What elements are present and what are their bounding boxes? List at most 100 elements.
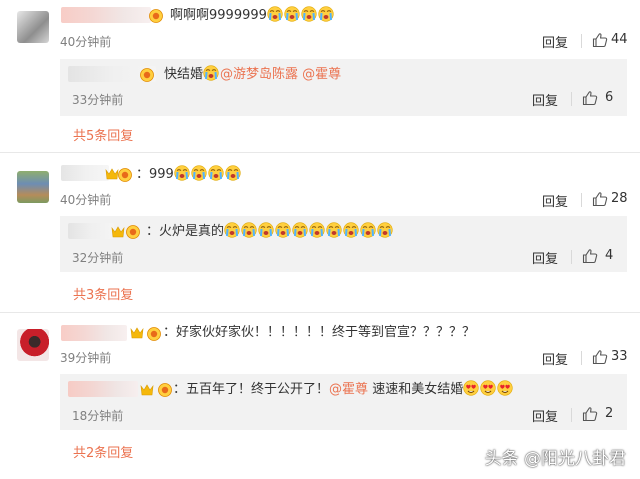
crying-emoji-icon — [203, 65, 219, 81]
vip-badge-icon — [126, 225, 140, 239]
thumbs-up-icon[interactable] — [582, 90, 598, 106]
vip-crown-icon — [105, 167, 119, 181]
crying-emoji-icon — [174, 165, 190, 181]
divider — [571, 408, 572, 422]
vip-badge-icon — [149, 9, 163, 23]
comment-divider — [0, 312, 640, 313]
emoji-group — [463, 382, 514, 397]
heart-eyes-emoji-icon — [480, 380, 496, 396]
like-count: 4 — [605, 248, 614, 263]
comment-text: ：999 — [136, 165, 242, 184]
reply-button[interactable]: 回复 — [532, 248, 558, 267]
like-count: 44 — [611, 32, 628, 47]
like-count: 2 — [605, 406, 614, 421]
more-replies-link[interactable]: 共5条回复 — [73, 125, 133, 144]
vip-badge-icon — [140, 68, 154, 82]
emoji-group — [224, 224, 394, 239]
comment-divider — [0, 152, 640, 153]
username[interactable] — [68, 381, 138, 397]
reply-time: 32分钟前 — [72, 251, 124, 265]
heart-eyes-emoji-icon — [497, 380, 513, 396]
username[interactable] — [68, 223, 114, 239]
heart-eyes-emoji-icon — [463, 380, 479, 396]
sub-reply: ：五百年了！终于公开了！@霍尊 速速和美女结婚 18分钟前 回复 2 — [60, 374, 627, 430]
comment-time: 40分钟前 — [60, 193, 112, 207]
divider — [581, 351, 582, 365]
reply-button[interactable]: 回复 — [532, 406, 558, 425]
username[interactable] — [61, 325, 127, 341]
reply-button[interactable]: 回复 — [532, 90, 558, 109]
reply-button[interactable]: 回复 — [542, 191, 568, 210]
crying-emoji-icon — [241, 222, 257, 238]
like-count: 28 — [611, 191, 628, 206]
reply-time: 18分钟前 — [72, 409, 124, 423]
thumbs-up-icon[interactable] — [582, 248, 598, 264]
comment-prefix: ： — [163, 325, 177, 340]
vip-badge-icon — [147, 327, 161, 341]
crying-emoji-icon — [360, 222, 376, 238]
vip-crown-icon — [111, 225, 125, 239]
mention-link[interactable]: @霍尊 — [302, 67, 341, 82]
comment-text: ：好家伙好家伙！！！！！！终于等到官宣？？？？？ — [163, 324, 475, 342]
vip-crown-icon — [130, 326, 144, 340]
mention-link[interactable]: @霍尊 — [329, 382, 368, 397]
reply-prefix: ： — [146, 224, 160, 239]
username[interactable] — [61, 7, 151, 23]
avatar[interactable] — [17, 171, 49, 203]
comment-body: 999 — [149, 167, 174, 182]
comment-text: 啊啊啊9999999 — [170, 6, 335, 25]
watermark: 头条 @阳光八卦君 — [484, 449, 626, 469]
reply-button[interactable]: 回复 — [542, 32, 568, 51]
more-replies-link[interactable]: 共3条回复 — [73, 284, 133, 303]
crying-emoji-icon — [224, 222, 240, 238]
divider — [581, 34, 582, 48]
crying-emoji-icon — [343, 222, 359, 238]
divider — [581, 193, 582, 207]
thumbs-up-icon[interactable] — [592, 349, 608, 365]
reply-time: 33分钟前 — [72, 93, 124, 107]
emoji-group — [267, 8, 335, 23]
crying-emoji-icon — [208, 165, 224, 181]
crying-emoji-icon — [377, 222, 393, 238]
emoji-group — [174, 167, 242, 182]
divider — [571, 92, 572, 106]
sub-reply: 快结婚 @游梦岛陈露 @霍尊 33分钟前 回复 6 — [60, 59, 627, 116]
crying-emoji-icon — [292, 222, 308, 238]
comment-body: 啊啊啊9999999 — [170, 8, 267, 23]
divider — [571, 250, 572, 264]
reply-body: 火炉是真的 — [159, 224, 225, 239]
crying-emoji-icon — [284, 6, 300, 22]
crying-emoji-icon — [301, 6, 317, 22]
crying-emoji-icon — [275, 222, 291, 238]
vip-crown-icon — [140, 383, 154, 397]
more-replies-link[interactable]: 共2条回复 — [73, 442, 133, 461]
reply-text: ：火炉是真的 — [146, 222, 394, 241]
avatar[interactable] — [17, 329, 49, 361]
thumbs-up-icon[interactable] — [592, 32, 608, 48]
reply-text: 快结婚 @游梦岛陈露 @霍尊 — [164, 65, 341, 84]
crying-emoji-icon — [191, 165, 207, 181]
like-count: 33 — [611, 349, 628, 364]
reply-text: ：五百年了！终于公开了！@霍尊 速速和美女结婚 — [173, 380, 514, 399]
like-count: 6 — [605, 90, 614, 105]
username[interactable] — [61, 165, 109, 181]
sub-reply: ：火炉是真的 32分钟前 回复 4 — [60, 216, 627, 272]
mention-link[interactable]: @游梦岛陈露 — [220, 67, 298, 82]
thumbs-up-icon[interactable] — [582, 406, 598, 422]
thumbs-up-icon[interactable] — [592, 191, 608, 207]
reply-prefix: ： — [173, 382, 187, 397]
reply-body: 五百年了！终于公开了！ — [186, 382, 330, 397]
comment-prefix: ： — [136, 167, 150, 182]
crying-emoji-icon — [225, 165, 241, 181]
crying-emoji-icon — [267, 6, 283, 22]
crying-emoji-icon — [318, 6, 334, 22]
vip-badge-icon — [118, 168, 132, 182]
avatar[interactable] — [17, 11, 49, 43]
reply-body-suffix: 速速和美女结婚 — [372, 382, 464, 397]
comment-time: 40分钟前 — [60, 35, 112, 49]
crying-emoji-icon — [309, 222, 325, 238]
vip-badge-icon — [158, 383, 172, 397]
comment-time: 39分钟前 — [60, 351, 112, 365]
reply-button[interactable]: 回复 — [542, 349, 568, 368]
comment-body: 好家伙好家伙！！！！！！终于等到官宣？？？？？ — [176, 325, 476, 340]
